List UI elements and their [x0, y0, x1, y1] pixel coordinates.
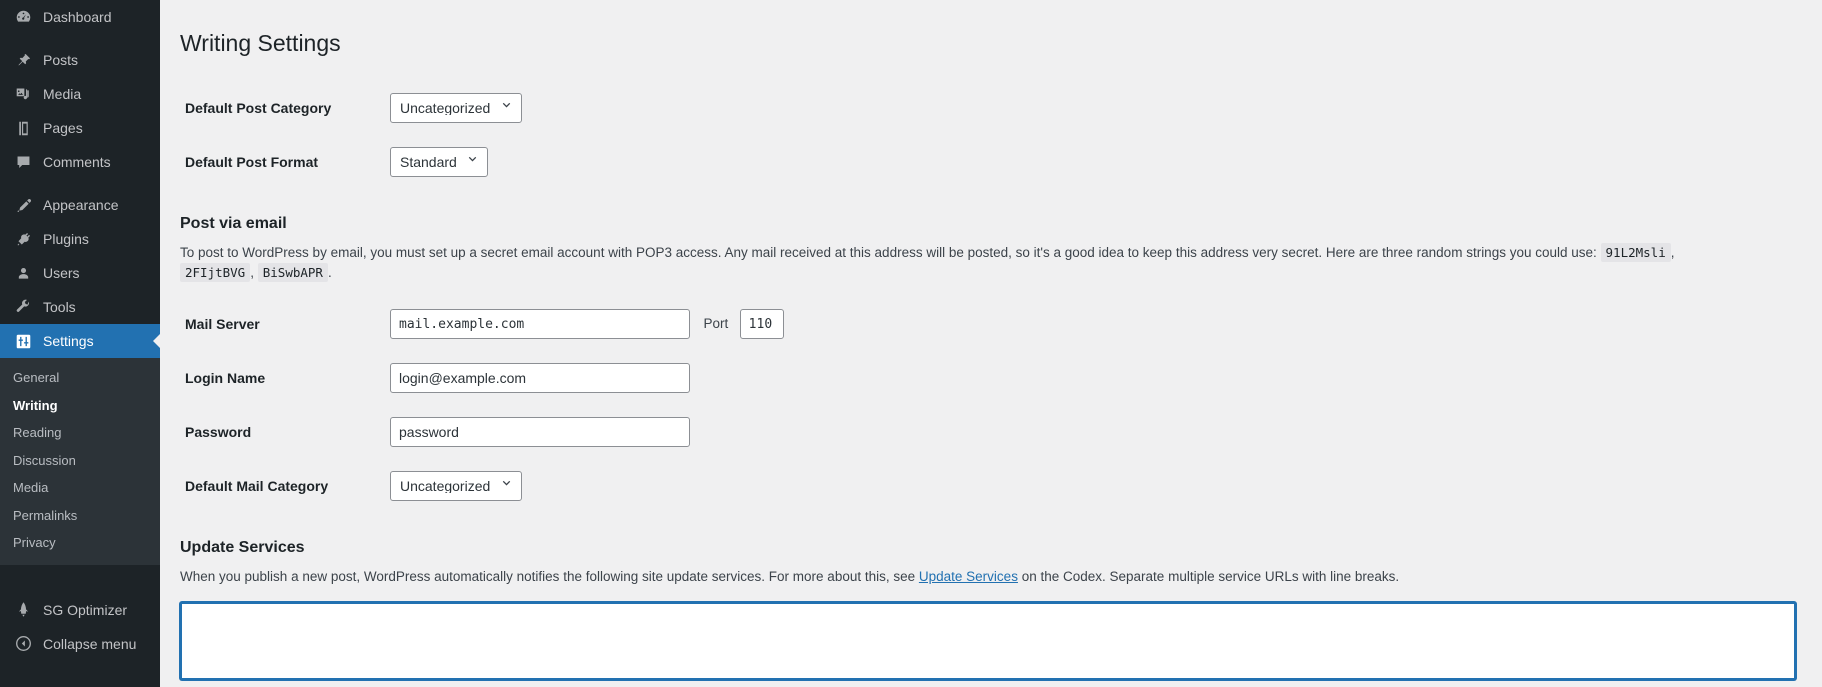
- sidebar-item-label: SG Optimizer: [43, 601, 128, 618]
- sidebar-item-sg-optimizer[interactable]: SG Optimizer: [0, 593, 160, 627]
- sidebar-item-label: Posts: [43, 52, 79, 68]
- update-services-textarea[interactable]: [180, 601, 1796, 680]
- sidebar-subitem-reading[interactable]: Reading: [0, 419, 160, 447]
- plug-icon: [13, 229, 33, 249]
- sidebar-subitem-general[interactable]: General: [0, 364, 160, 392]
- page-icon: [13, 118, 33, 138]
- pin-icon: [13, 50, 33, 70]
- description-text-part2: on the Codex. Separate multiple service …: [1021, 569, 1400, 585]
- password-input[interactable]: [390, 417, 690, 448]
- sidebar-item-dashboard[interactable]: Dashboard: [0, 0, 160, 34]
- rocket-icon: [13, 600, 33, 620]
- default-mail-category-select-wrap: Uncategorized: [390, 471, 522, 502]
- terminator: .: [327, 265, 332, 281]
- sidebar-item-label: Media: [43, 86, 82, 102]
- sidebar-menu-bottom: SG Optimizer Collapse menu: [0, 593, 160, 661]
- post-via-email-form: Mail Server Port Login Name Password: [180, 297, 1180, 513]
- description-text: To post to WordPress by email, you must …: [180, 244, 1597, 260]
- default-post-format-label: Default Post Format: [185, 153, 319, 170]
- active-menu-arrow: [153, 333, 160, 349]
- main-content: Writing Settings Default Post Category U…: [160, 0, 1822, 687]
- separator: ,: [250, 265, 254, 281]
- sidebar-item-collapse-menu[interactable]: Collapse menu: [0, 627, 160, 661]
- form-row-default-post-category: Default Post Category Uncategorized: [180, 81, 1180, 135]
- separator: ,: [1670, 244, 1675, 260]
- sidebar-subitem-discussion[interactable]: Discussion: [0, 447, 160, 475]
- collapse-arrow-icon: [13, 634, 33, 654]
- port-input[interactable]: [739, 309, 784, 340]
- post-via-email-heading: Post via email: [180, 214, 287, 232]
- sidebar-item-label: Dashboard: [43, 9, 112, 25]
- sidebar-item-label: Appearance: [43, 197, 119, 213]
- sidebar-item-plugins[interactable]: Plugins: [0, 222, 160, 256]
- sidebar-item-label: Tools: [43, 299, 76, 315]
- user-icon: [13, 263, 33, 283]
- sidebar-subitem-permalinks[interactable]: Permalinks: [0, 502, 160, 530]
- settings-submenu: General Writing Reading Discussion Media…: [0, 358, 160, 565]
- update-services-heading: Update Services: [180, 539, 305, 557]
- sidebar-item-settings[interactable]: Settings: [0, 324, 160, 358]
- sidebar-item-label: Settings: [43, 333, 94, 349]
- writing-settings-form-top: Default Post Category Uncategorized Defa…: [180, 81, 1180, 189]
- sidebar-menu-top: Dashboard Posts Media Pages Comments App…: [0, 0, 160, 661]
- sidebar-subitem-media[interactable]: Media: [0, 474, 160, 502]
- sidebar-item-label: Users: [43, 265, 80, 281]
- default-mail-category-label: Default Mail Category: [185, 478, 329, 495]
- form-row-password: Password: [180, 405, 1180, 459]
- default-post-category-select-wrap: Uncategorized: [390, 92, 522, 123]
- password-label: Password: [185, 424, 252, 441]
- mail-server-label: Mail Server: [185, 316, 260, 333]
- dashboard-icon: [13, 7, 33, 27]
- default-post-category-label: Default Post Category: [185, 99, 332, 116]
- sidebar-item-appearance[interactable]: Appearance: [0, 188, 160, 222]
- random-string-3: BiSwbAPR: [257, 263, 328, 283]
- comment-icon: [13, 152, 33, 172]
- sidebar-subitem-privacy[interactable]: Privacy: [0, 529, 160, 557]
- update-services-textarea-wrap: [180, 601, 1822, 685]
- login-name-label: Login Name: [185, 370, 266, 387]
- port-label: Port: [703, 315, 729, 331]
- admin-screen: Dashboard Posts Media Pages Comments App…: [0, 0, 1822, 687]
- admin-sidebar: Dashboard Posts Media Pages Comments App…: [0, 0, 160, 687]
- login-name-input[interactable]: [390, 363, 690, 394]
- random-string-1: 91L2Msli: [1600, 242, 1671, 262]
- sidebar-item-pages[interactable]: Pages: [0, 111, 160, 145]
- wrench-icon: [13, 297, 33, 317]
- sidebar-subitem-writing[interactable]: Writing: [0, 392, 160, 420]
- form-row-mail-server: Mail Server Port: [180, 297, 1180, 351]
- update-services-description: When you publish a new post, WordPress a…: [180, 567, 1740, 587]
- sidebar-item-label: Comments: [43, 154, 111, 170]
- form-row-login-name: Login Name: [180, 351, 1180, 405]
- form-row-default-post-format: Default Post Format Standard: [180, 135, 1180, 189]
- default-post-format-select[interactable]: Standard: [390, 146, 488, 177]
- brush-icon: [13, 195, 33, 215]
- default-mail-category-select[interactable]: Uncategorized: [390, 471, 522, 502]
- form-row-default-mail-category: Default Mail Category Uncategorized: [180, 459, 1180, 513]
- description-text-part1: When you publish a new post, WordPress a…: [180, 569, 916, 585]
- post-via-email-description: To post to WordPress by email, you must …: [180, 242, 1740, 284]
- sidebar-item-media[interactable]: Media: [0, 77, 160, 111]
- sidebar-item-users[interactable]: Users: [0, 256, 160, 290]
- update-services-link[interactable]: Update Services: [919, 569, 1018, 584]
- sidebar-item-tools[interactable]: Tools: [0, 290, 160, 324]
- sidebar-divider: [0, 34, 160, 43]
- media-icon: [13, 84, 33, 104]
- sidebar-item-label: Collapse menu: [43, 635, 137, 652]
- sidebar-item-posts[interactable]: Posts: [0, 43, 160, 77]
- mail-server-input[interactable]: [390, 309, 690, 340]
- default-post-format-select-wrap: Standard: [390, 146, 488, 177]
- random-string-2: 2FIjtBVG: [180, 263, 251, 283]
- sidebar-item-label: Pages: [43, 120, 83, 136]
- default-post-category-select[interactable]: Uncategorized: [390, 92, 522, 123]
- sidebar-divider: [0, 179, 160, 188]
- settings-icon: [13, 331, 33, 351]
- sidebar-item-label: Plugins: [43, 231, 89, 247]
- page-title: Writing Settings: [180, 30, 341, 56]
- sidebar-item-comments[interactable]: Comments: [0, 145, 160, 179]
